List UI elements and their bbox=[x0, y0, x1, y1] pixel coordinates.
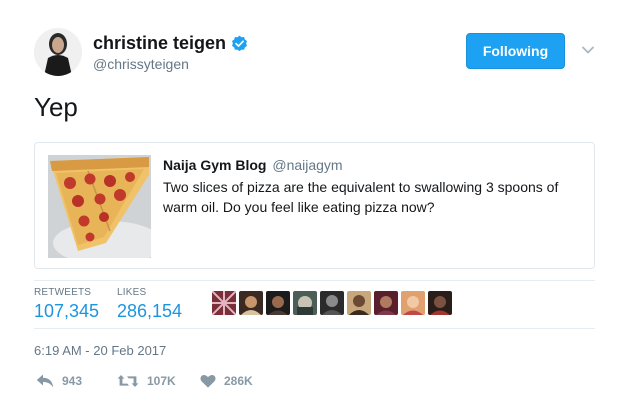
reply-count: 943 bbox=[62, 374, 83, 388]
liker-avatar[interactable] bbox=[428, 291, 452, 315]
heart-icon bbox=[200, 375, 216, 388]
divider bbox=[34, 280, 595, 281]
author-avatar[interactable] bbox=[34, 28, 82, 76]
reply-button[interactable]: 943 bbox=[36, 374, 82, 388]
retweet-button[interactable]: 107K bbox=[117, 374, 176, 388]
retweet-count: 107K bbox=[147, 374, 176, 388]
liker-avatar[interactable] bbox=[293, 291, 317, 315]
tweet-text: Yep bbox=[34, 92, 78, 122]
liker-avatar[interactable] bbox=[266, 291, 290, 315]
like-button[interactable]: 286K bbox=[200, 374, 253, 388]
pizza-image bbox=[48, 155, 151, 258]
liker-avatar[interactable] bbox=[374, 291, 398, 315]
author-name[interactable]: christine teigen bbox=[93, 33, 248, 54]
retweets-label: RETWEETS bbox=[34, 287, 92, 298]
likes-label: LIKES bbox=[117, 287, 147, 298]
retweet-icon bbox=[117, 375, 139, 387]
verified-badge-icon bbox=[232, 35, 248, 52]
liker-avatar[interactable] bbox=[239, 291, 263, 315]
retweets-stat[interactable]: RETWEETS 107,345 bbox=[34, 287, 99, 322]
tweet-timestamp[interactable]: 6:19 AM - 20 Feb 2017 bbox=[34, 343, 166, 358]
liker-avatar[interactable] bbox=[347, 291, 371, 315]
reply-icon bbox=[36, 374, 54, 388]
liker-avatar[interactable] bbox=[320, 291, 344, 315]
author-handle[interactable]: @chrissyteigen bbox=[93, 56, 189, 72]
following-button[interactable]: Following bbox=[466, 33, 565, 69]
likes-stat[interactable]: LIKES 286,154 bbox=[117, 287, 182, 322]
liker-avatar[interactable] bbox=[212, 291, 236, 315]
likes-count[interactable]: 286,154 bbox=[117, 301, 182, 322]
retweets-count[interactable]: 107,345 bbox=[34, 301, 99, 322]
liker-avatars bbox=[212, 291, 452, 315]
author-name-text[interactable]: christine teigen bbox=[93, 33, 226, 54]
divider bbox=[34, 328, 595, 329]
chevron-down-icon[interactable] bbox=[580, 42, 596, 58]
like-count: 286K bbox=[224, 374, 253, 388]
quoted-author-handle[interactable]: @naijagym bbox=[272, 157, 342, 173]
quoted-author-name[interactable]: Naija Gym Blog bbox=[163, 157, 266, 173]
liker-avatar[interactable] bbox=[401, 291, 425, 315]
quoted-tweet-card[interactable]: Naija Gym Blog @naijagym Two slices of p… bbox=[34, 142, 595, 269]
quoted-tweet-text: Two slices of pizza are the equivalent t… bbox=[163, 179, 559, 215]
quoted-tweet-header: Naija Gym Blog @naijagym bbox=[163, 157, 343, 173]
